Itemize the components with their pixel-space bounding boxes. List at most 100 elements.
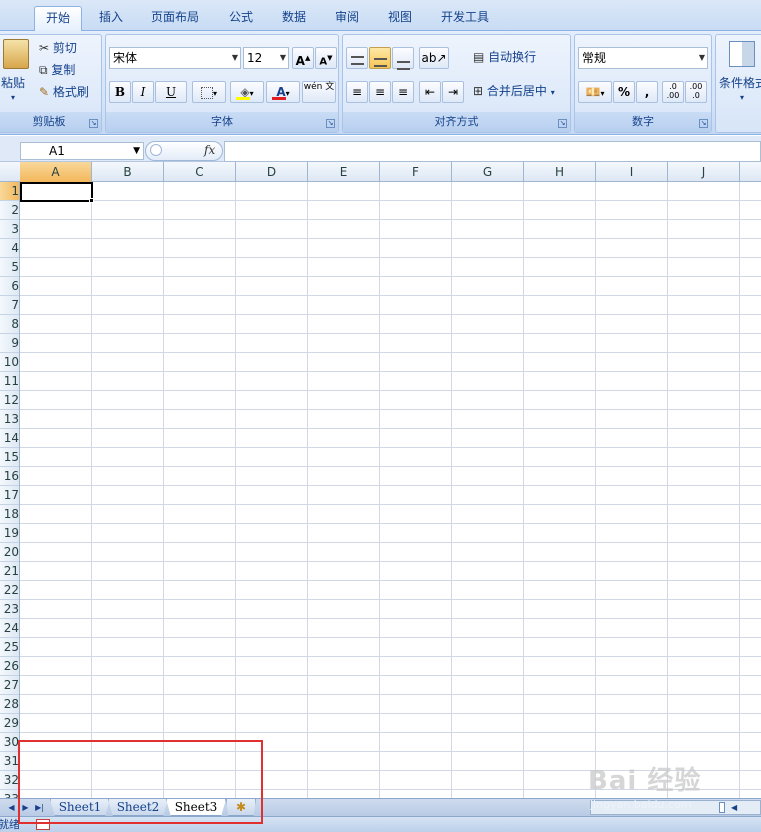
- decrease-indent-button[interactable]: ⇤: [419, 81, 441, 103]
- orientation-button[interactable]: ab↗: [419, 47, 449, 69]
- number-dialog-launcher-icon[interactable]: ↘: [699, 119, 708, 128]
- paste-button[interactable]: 粘贴: [1, 73, 25, 95]
- column-header-e[interactable]: E: [308, 162, 380, 182]
- fill-handle[interactable]: [89, 198, 94, 203]
- font-dialog-launcher-icon[interactable]: ↘: [326, 119, 335, 128]
- row-header-6[interactable]: 6: [0, 277, 19, 296]
- tab-insert[interactable]: 插入: [90, 6, 132, 31]
- row-header-17[interactable]: 17: [0, 486, 19, 505]
- column-header-d[interactable]: D: [236, 162, 308, 182]
- currency-button[interactable]: 💴▾: [578, 81, 612, 103]
- row-header-11[interactable]: 11: [0, 372, 19, 391]
- row-header-25[interactable]: 25: [0, 638, 19, 657]
- increase-decimal-button[interactable]: .0 .00: [662, 81, 684, 103]
- align-top-button[interactable]: [346, 47, 368, 69]
- row-header-10[interactable]: 10: [0, 353, 19, 372]
- cut-button[interactable]: ✂ 剪切: [39, 38, 77, 60]
- formula-input[interactable]: [224, 141, 761, 162]
- row-header-33[interactable]: 33: [0, 790, 19, 798]
- row-header-12[interactable]: 12: [0, 391, 19, 410]
- conditional-format-dropdown-icon[interactable]: ▾: [740, 93, 744, 102]
- row-header-8[interactable]: 8: [0, 315, 19, 334]
- paste-icon[interactable]: [3, 39, 29, 69]
- grow-font-button[interactable]: A▲: [292, 47, 314, 69]
- italic-button[interactable]: I: [132, 81, 154, 103]
- row-header-30[interactable]: 30: [0, 733, 19, 752]
- row-header-4[interactable]: 4: [0, 239, 19, 258]
- first-sheet-icon[interactable]: ◀: [6, 801, 17, 814]
- merge-center-button[interactable]: ⊞ 合并后居中 ▾: [473, 81, 555, 103]
- column-header-f[interactable]: F: [380, 162, 452, 182]
- column-header-a[interactable]: A: [20, 162, 92, 182]
- row-header-7[interactable]: 7: [0, 296, 19, 315]
- row-header-31[interactable]: 31: [0, 752, 19, 771]
- phonetic-button[interactable]: wén 文: [302, 81, 336, 103]
- row-header-9[interactable]: 9: [0, 334, 19, 353]
- column-header-i[interactable]: I: [596, 162, 668, 182]
- scroll-left-icon[interactable]: ◀: [731, 801, 737, 814]
- row-header-2[interactable]: 2: [0, 201, 19, 220]
- column-header-g[interactable]: G: [452, 162, 524, 182]
- tab-page-layout[interactable]: 页面布局: [143, 6, 207, 31]
- column-header-h[interactable]: H: [524, 162, 596, 182]
- row-header-5[interactable]: 5: [0, 258, 19, 277]
- tab-formulas[interactable]: 公式: [220, 6, 262, 31]
- align-bottom-button[interactable]: [392, 47, 414, 70]
- fill-color-button[interactable]: ◈ ▾: [230, 81, 264, 103]
- name-box[interactable]: A1 ▼: [20, 142, 144, 160]
- clipboard-dialog-launcher-icon[interactable]: ↘: [89, 119, 98, 128]
- active-cell-a1[interactable]: [20, 182, 93, 202]
- row-header-27[interactable]: 27: [0, 676, 19, 695]
- wrap-text-button[interactable]: ▤ 自动换行: [473, 47, 536, 69]
- row-header-32[interactable]: 32: [0, 771, 19, 790]
- row-header-24[interactable]: 24: [0, 619, 19, 638]
- copy-button[interactable]: ⧉ 复制: [39, 60, 75, 82]
- row-header-14[interactable]: 14: [0, 429, 19, 448]
- align-right-button[interactable]: ≡: [392, 81, 414, 103]
- align-left-button[interactable]: ≡: [346, 81, 368, 103]
- tab-data[interactable]: 数据: [273, 6, 315, 31]
- row-header-21[interactable]: 21: [0, 562, 19, 581]
- row-header-23[interactable]: 23: [0, 600, 19, 619]
- row-header-15[interactable]: 15: [0, 448, 19, 467]
- chevron-down-icon[interactable]: ▼: [133, 143, 140, 159]
- tab-home[interactable]: 开始: [34, 6, 82, 31]
- tab-developer[interactable]: 开发工具: [432, 6, 498, 31]
- borders-button[interactable]: ▾: [192, 81, 226, 103]
- expand-circle-icon[interactable]: [150, 144, 162, 156]
- column-header-b[interactable]: B: [92, 162, 164, 182]
- cell-grid[interactable]: [20, 182, 761, 798]
- increase-indent-button[interactable]: ⇥: [442, 81, 464, 103]
- conditional-format-button[interactable]: 条件格式: [719, 73, 761, 95]
- scrollbar-split-handle[interactable]: [719, 802, 725, 813]
- number-format-select[interactable]: 常规 ▼: [578, 47, 708, 69]
- font-name-select[interactable]: 宋体 ▼: [109, 47, 241, 69]
- row-header-13[interactable]: 13: [0, 410, 19, 429]
- tab-view[interactable]: 视图: [379, 6, 421, 31]
- row-header-3[interactable]: 3: [0, 220, 19, 239]
- paste-dropdown-icon[interactable]: ▾: [11, 93, 15, 102]
- percent-button[interactable]: %: [613, 81, 635, 103]
- bold-button[interactable]: B: [109, 81, 131, 103]
- row-header-20[interactable]: 20: [0, 543, 19, 562]
- row-header-26[interactable]: 26: [0, 657, 19, 676]
- alignment-dialog-launcher-icon[interactable]: ↘: [558, 119, 567, 128]
- align-middle-button[interactable]: [369, 47, 391, 69]
- row-header-18[interactable]: 18: [0, 505, 19, 524]
- underline-button[interactable]: U: [155, 81, 187, 103]
- format-painter-button[interactable]: ✎ 格式刷: [39, 82, 89, 104]
- column-header-c[interactable]: C: [164, 162, 236, 182]
- row-header-29[interactable]: 29: [0, 714, 19, 733]
- row-header-22[interactable]: 22: [0, 581, 19, 600]
- font-size-select[interactable]: 12 ▼: [243, 47, 289, 69]
- row-header-16[interactable]: 16: [0, 467, 19, 486]
- tab-review[interactable]: 审阅: [326, 6, 368, 31]
- decrease-decimal-button[interactable]: .00 .0: [685, 81, 707, 103]
- conditional-format-icon[interactable]: [729, 41, 755, 67]
- shrink-font-button[interactable]: A▼: [315, 47, 337, 69]
- insert-function-button[interactable]: fx: [204, 143, 215, 157]
- column-header-j[interactable]: J: [668, 162, 740, 182]
- row-header-1[interactable]: 1: [0, 182, 19, 201]
- comma-button[interactable]: ,: [636, 81, 658, 103]
- row-header-28[interactable]: 28: [0, 695, 19, 714]
